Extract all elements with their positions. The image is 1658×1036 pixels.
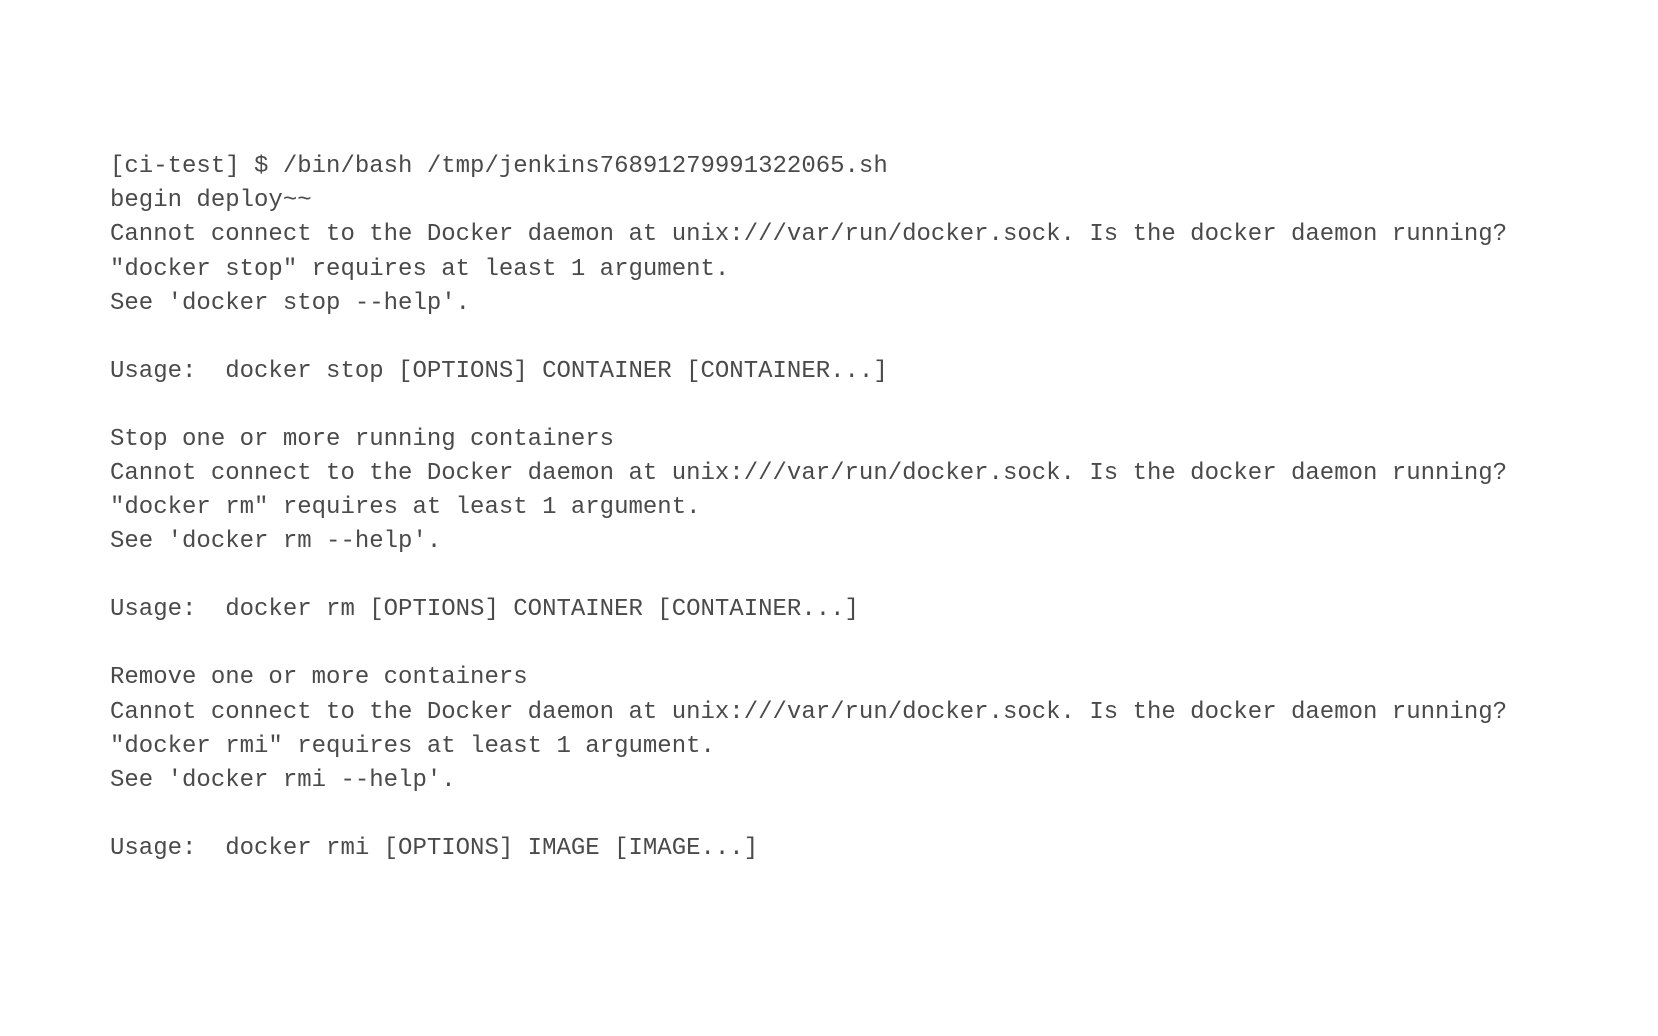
console-line — [110, 321, 1658, 355]
console-line — [110, 627, 1658, 661]
console-line — [110, 798, 1658, 832]
console-line — [110, 389, 1658, 423]
console-output: [ci-test] $ /bin/bash /tmp/jenkins768912… — [110, 150, 1658, 866]
console-line: Cannot connect to the Docker daemon at u… — [110, 457, 1658, 491]
console-line: Cannot connect to the Docker daemon at u… — [110, 696, 1658, 730]
console-line: Usage: docker rmi [OPTIONS] IMAGE [IMAGE… — [110, 832, 1658, 866]
console-line: See 'docker stop --help'. — [110, 287, 1658, 321]
console-line: "docker rm" requires at least 1 argument… — [110, 491, 1658, 525]
console-line: [ci-test] $ /bin/bash /tmp/jenkins768912… — [110, 150, 1658, 184]
console-line: "docker stop" requires at least 1 argume… — [110, 253, 1658, 287]
console-line: begin deploy~~ — [110, 184, 1658, 218]
console-line: See 'docker rmi --help'. — [110, 764, 1658, 798]
console-line: Usage: docker rm [OPTIONS] CONTAINER [CO… — [110, 593, 1658, 627]
console-line: See 'docker rm --help'. — [110, 525, 1658, 559]
console-line — [110, 559, 1658, 593]
console-line: Cannot connect to the Docker daemon at u… — [110, 218, 1658, 252]
console-line: "docker rmi" requires at least 1 argumen… — [110, 730, 1658, 764]
console-line: Usage: docker stop [OPTIONS] CONTAINER [… — [110, 355, 1658, 389]
console-line: Remove one or more containers — [110, 661, 1658, 695]
console-line: Stop one or more running containers — [110, 423, 1658, 457]
